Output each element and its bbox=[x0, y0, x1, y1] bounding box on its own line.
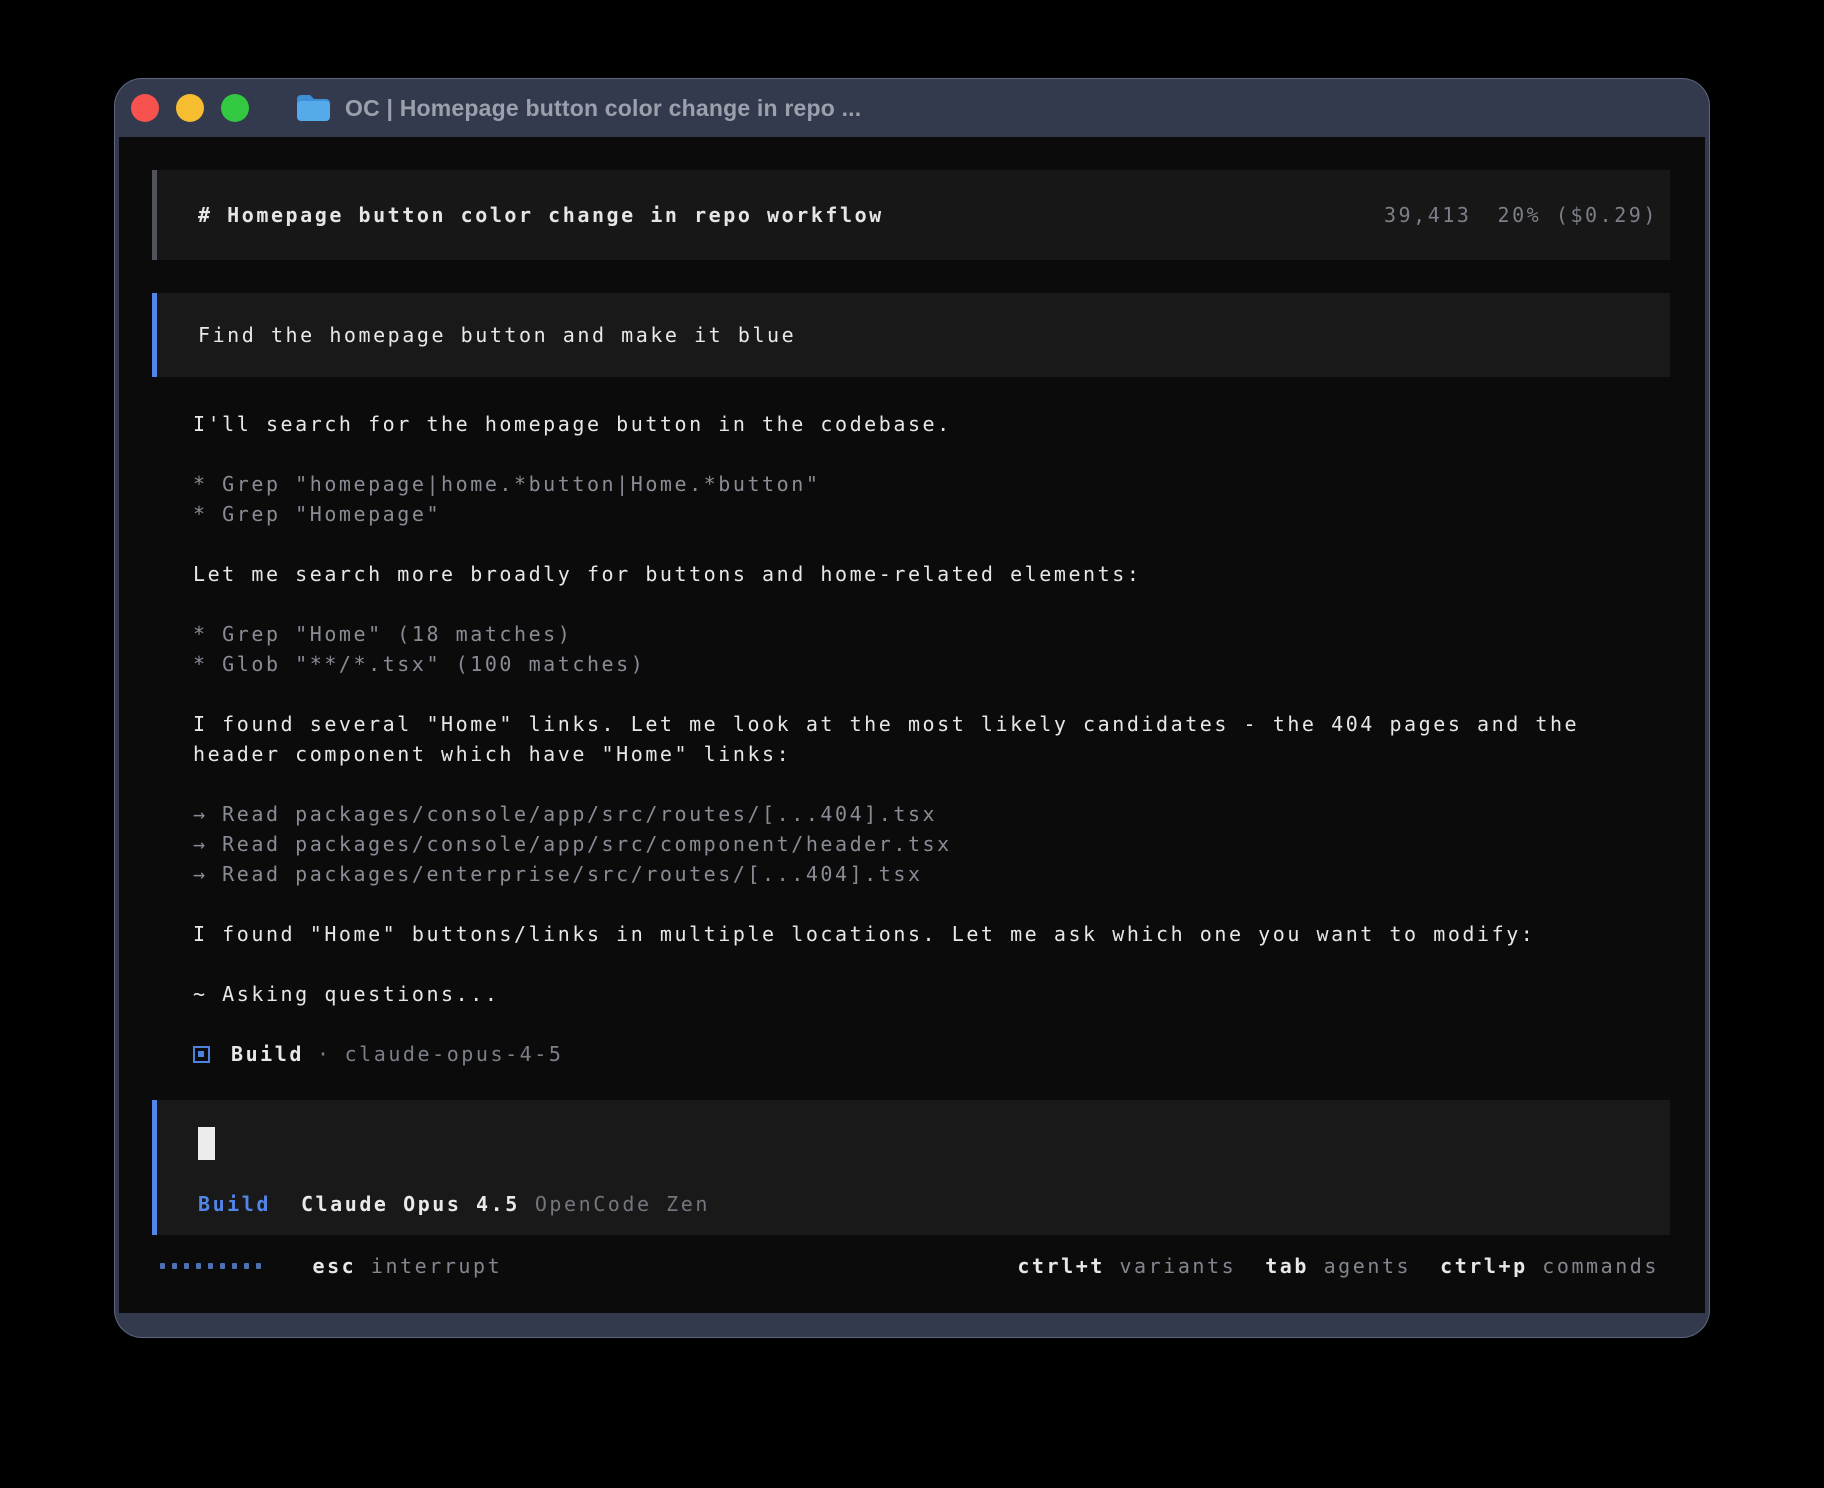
blank-line bbox=[193, 679, 1672, 709]
conversation-line: → Read packages/console/app/src/routes/[… bbox=[193, 799, 1672, 829]
close-button[interactable] bbox=[131, 94, 159, 122]
conversation-line: Let me search more broadly for buttons a… bbox=[193, 559, 1672, 589]
blank-line bbox=[193, 889, 1672, 919]
conversation-line: * Grep "homepage|home.*button|Home.*butt… bbox=[193, 469, 1672, 499]
user-message: Find the homepage button and make it blu… bbox=[152, 293, 1670, 377]
conversation-line: I found several "Home" links. Let me loo… bbox=[193, 709, 1672, 769]
conversation-line: → Read packages/console/app/src/componen… bbox=[193, 829, 1672, 859]
esc-key: esc bbox=[313, 1254, 357, 1278]
blank-line bbox=[193, 439, 1672, 469]
conversation-line: I'll search for the homepage button in t… bbox=[193, 409, 1672, 439]
shortcut-agents: tab agents bbox=[1265, 1251, 1411, 1281]
zoom-button[interactable] bbox=[221, 94, 249, 122]
spinner-dot bbox=[160, 1263, 165, 1269]
window-title: OC | Homepage button color change in rep… bbox=[345, 95, 861, 122]
footer-bar: esc interrupt ctrl+t variants tab agents… bbox=[152, 1251, 1670, 1281]
window-controls bbox=[131, 94, 249, 122]
esc-label: interrupt bbox=[371, 1254, 502, 1278]
shortcut-commands: ctrl+p commands bbox=[1440, 1251, 1659, 1281]
session-title: # Homepage button color change in repo w… bbox=[198, 200, 1384, 230]
conversation-line: * Grep "Home" (18 matches) bbox=[193, 619, 1672, 649]
blank-line bbox=[193, 949, 1672, 979]
input-agent-label[interactable]: Build bbox=[198, 1189, 271, 1219]
blank-line bbox=[193, 529, 1672, 559]
spinner-dot bbox=[208, 1263, 213, 1269]
input-model-label[interactable]: Claude Opus 4.5 bbox=[301, 1189, 520, 1219]
spinner-dot bbox=[196, 1263, 201, 1269]
conversation-line: ~ Asking questions... bbox=[193, 979, 1672, 1009]
spinner-dot bbox=[220, 1263, 225, 1269]
token-count: 39,413 bbox=[1384, 203, 1472, 227]
input-provider-label: OpenCode Zen bbox=[535, 1189, 710, 1219]
status-separator: · bbox=[317, 1039, 332, 1069]
conversation-line: * Glob "**/*.tsx" (100 matches) bbox=[193, 649, 1672, 679]
session-stats: 39,413 20% ($0.29) bbox=[1384, 200, 1658, 230]
text-cursor bbox=[198, 1127, 215, 1160]
prompt-input[interactable]: Build Claude Opus 4.5 OpenCode Zen bbox=[152, 1100, 1670, 1235]
esc-shortcut: esc interrupt bbox=[313, 1251, 503, 1281]
blank-line bbox=[193, 1009, 1672, 1039]
terminal-window: OC | Homepage button color change in rep… bbox=[114, 78, 1710, 1338]
blank-line bbox=[193, 769, 1672, 799]
spinner-dot bbox=[256, 1263, 261, 1269]
terminal-content: # Homepage button color change in repo w… bbox=[119, 137, 1705, 1313]
status-line-wrap: Build · claude-opus-4-5 bbox=[193, 1039, 1672, 1069]
square-dot-icon bbox=[193, 1046, 210, 1063]
context-usage: 20% ($0.29) bbox=[1497, 203, 1658, 227]
minimize-button[interactable] bbox=[176, 94, 204, 122]
conversation: I'll search for the homepage button in t… bbox=[193, 409, 1672, 1039]
status-model: claude-opus-4-5 bbox=[345, 1039, 564, 1069]
spinner-dot bbox=[232, 1263, 237, 1269]
session-header: # Homepage button color change in repo w… bbox=[152, 170, 1670, 260]
spinner-dot bbox=[172, 1263, 177, 1269]
user-message-text: Find the homepage button and make it blu… bbox=[198, 320, 796, 350]
status-agent: Build bbox=[231, 1039, 304, 1069]
folder-icon bbox=[295, 93, 332, 123]
title-bar[interactable]: OC | Homepage button color change in rep… bbox=[115, 79, 1709, 137]
blank-line bbox=[193, 589, 1672, 619]
input-meta: Build Claude Opus 4.5 OpenCode Zen bbox=[198, 1189, 1670, 1219]
conversation-line: I found "Home" buttons/links in multiple… bbox=[193, 919, 1672, 949]
spinner-dot bbox=[184, 1263, 189, 1269]
spinner-dot bbox=[244, 1263, 249, 1269]
conversation-line: → Read packages/enterprise/src/routes/[.… bbox=[193, 859, 1672, 889]
spinner-dots bbox=[160, 1263, 261, 1269]
shortcut-variants: ctrl+t variants bbox=[1017, 1251, 1236, 1281]
status-line: Build · claude-opus-4-5 bbox=[193, 1039, 1672, 1069]
conversation-line: * Grep "Homepage" bbox=[193, 499, 1672, 529]
